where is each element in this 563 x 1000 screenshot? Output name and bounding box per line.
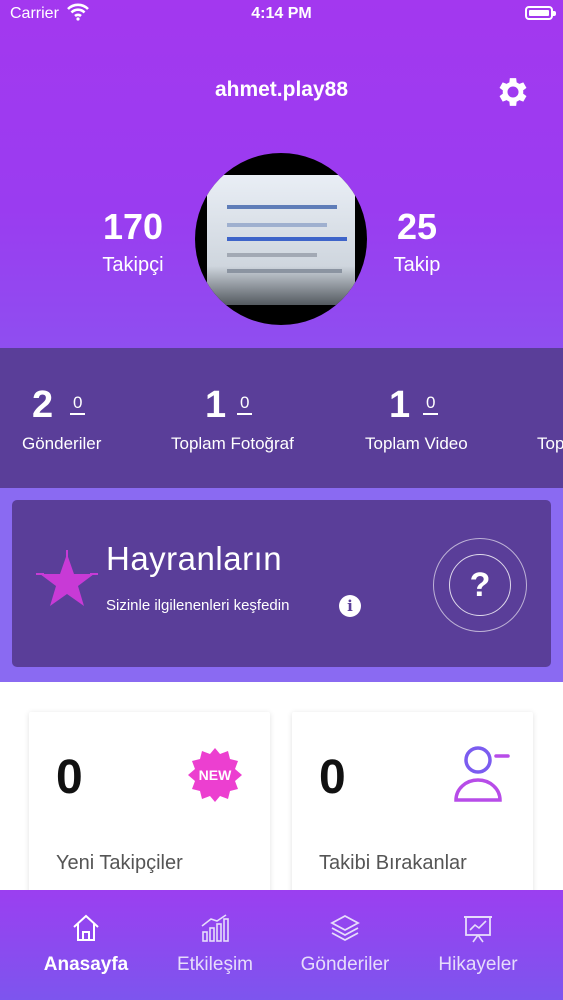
followers-label[interactable]: Takipçi [88, 254, 178, 277]
tab-label: Etkileşim [176, 954, 253, 975]
unfollowers-label: Takibi Bırakanlar [319, 852, 467, 874]
new-badge-icon: NEW [188, 748, 242, 802]
promo-title: Hayranların [106, 540, 283, 577]
stat-delta: 0 [70, 393, 86, 415]
tab-posts[interactable]: Gönderiler [280, 890, 410, 1000]
fans-promo-card[interactable]: Hayranların Sizinle ilgilenenleri keşfed… [12, 500, 551, 667]
tab-engagement[interactable]: Etkileşim [150, 890, 280, 1000]
new-followers-card[interactable]: 0 NEW Yeni Takipçiler [29, 712, 270, 902]
stats-bar[interactable]: 2 0 Gönderiler 1 0 Toplam Fotoğraf 1 0 T… [0, 348, 563, 488]
new-badge-label: NEW [199, 767, 232, 783]
following-label[interactable]: Takip [378, 254, 456, 277]
stat-label: Gönderiler [22, 434, 102, 453]
tab-label: Hikayeler [438, 954, 518, 975]
stat-delta: 0 [423, 393, 439, 415]
layers-icon [330, 914, 360, 942]
new-followers-label: Yeni Takipçiler [56, 852, 183, 874]
promo-subtitle: Sizinle ilgilenenleri keşfedin [106, 597, 290, 614]
following-count[interactable]: 25 [378, 206, 456, 248]
stat-label: Toplam Video [365, 434, 468, 453]
tab-label: Anasayfa [43, 954, 129, 975]
stat-value: 2 [32, 384, 54, 426]
info-icon[interactable]: i [339, 595, 361, 617]
stat-label: Toplam Fotoğraf [171, 434, 294, 453]
clock: 4:14 PM [251, 5, 312, 22]
stat-label: Top [537, 434, 563, 453]
tab-bar: Anasayfa Etkileşim Gönderiler Hikayeler [0, 890, 563, 1000]
stat-value: 1 [389, 384, 411, 426]
star-icon [36, 550, 98, 606]
profile-header: Carrier 4:14 PM ahmet.play88 170 Takipçi… [0, 0, 563, 348]
stat-value: 1 [205, 384, 227, 426]
tab-label: Gönderiler [300, 954, 390, 975]
bar-chart-icon [201, 914, 229, 942]
question-icon[interactable]: ? [449, 554, 511, 616]
status-bar: Carrier 4:14 PM [0, 0, 563, 30]
avatar-photo [207, 175, 355, 305]
remove-user-icon [454, 746, 510, 802]
avatar[interactable] [195, 153, 367, 325]
unfollowers-count: 0 [319, 751, 346, 804]
stat-delta: 0 [237, 393, 253, 415]
username: ahmet.play88 [214, 78, 349, 101]
tab-home[interactable]: Anasayfa [21, 890, 151, 1000]
followers-count[interactable]: 170 [88, 206, 178, 248]
presentation-icon [464, 916, 492, 943]
battery-icon [525, 6, 556, 20]
home-icon [73, 914, 99, 941]
unfollowers-card[interactable]: 0 Takibi Bırakanlar [292, 712, 533, 902]
tab-stories[interactable]: Hikayeler [413, 890, 543, 1000]
gear-icon[interactable] [494, 73, 532, 111]
new-followers-count: 0 [56, 751, 83, 804]
